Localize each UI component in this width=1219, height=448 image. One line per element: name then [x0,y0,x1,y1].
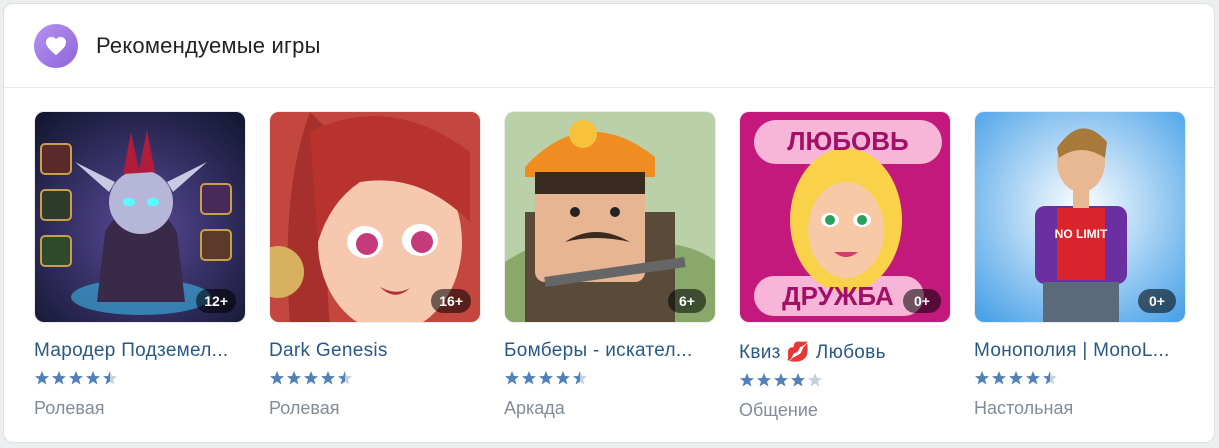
age-badge: 0+ [1138,289,1176,313]
star-icon [86,371,100,385]
star-icon [270,371,284,385]
svg-text:ЛЮБОВЬ: ЛЮБОВЬ [787,126,908,156]
star-icon [757,373,771,387]
game-cover-0[interactable]: 12+ [34,111,246,323]
star-icon [556,371,570,385]
rating-stars [504,370,716,386]
star-icon [338,371,352,385]
age-badge: 0+ [903,289,941,313]
widget-title[interactable]: Рекомендуемые игры [96,33,321,59]
star-icon [1043,371,1057,385]
game-card-1[interactable]: 16+ Dark Genesis Ролевая [269,111,481,431]
star-icon [740,373,754,387]
game-card-3[interactable]: ЛЮБОВЬ ДРУЖБА 0+ Квиз 💋 Любовь Общение [739,111,951,431]
rating-stars [269,370,481,386]
game-genre: Настольная [974,398,1074,418]
star-icon [975,371,989,385]
star-icon [103,371,117,385]
age-badge: 16+ [431,289,471,313]
svg-text:NO LIMIT: NO LIMIT [1055,227,1108,241]
star-icon [52,371,66,385]
star-icon [321,371,335,385]
game-title[interactable]: Dark Genesis [269,340,481,362]
game-card-0[interactable]: 12+ Мародер Подземел... Ролевая [34,111,246,431]
star-icon [573,371,587,385]
age-badge: 12+ [196,289,236,313]
game-card-4[interactable]: NO LIMIT 0+ Монополия | MonoL... Настоль… [974,111,1186,431]
star-icon [304,371,318,385]
star-icon [539,371,553,385]
star-icon [69,371,83,385]
recommended-games-widget: Рекомендуемые игры 12+ Мародер Подземел.… [3,3,1215,443]
star-icon [1009,371,1023,385]
rating-stars [34,370,246,386]
game-genre: Ролевая [34,398,105,418]
heart-icon [34,23,78,68]
star-icon [808,373,822,387]
svg-text:ДРУЖБА: ДРУЖБА [782,281,894,311]
star-icon [522,371,536,385]
star-icon [774,373,788,387]
game-title[interactable]: Мародер Подземел... [34,340,246,362]
game-genre: Аркада [504,398,565,418]
star-icon [1026,371,1040,385]
widget-header: Рекомендуемые игры [4,4,1214,88]
game-title[interactable]: Квиз 💋 Любовь [739,340,951,364]
star-icon [287,371,301,385]
star-icon [791,373,805,387]
games-list: 12+ Мародер Подземел... Ролевая 16+ Dark… [34,111,1194,431]
game-card-2[interactable]: 6+ Бомберы - искател... Аркада [504,111,716,431]
game-genre: Ролевая [269,398,340,418]
rating-stars [974,370,1186,386]
game-genre: Общение [739,400,818,420]
age-badge: 6+ [668,289,706,313]
rating-stars [739,372,951,388]
game-cover-2[interactable]: 6+ [504,111,716,323]
star-icon [35,371,49,385]
game-title[interactable]: Монополия | MonoL... [974,340,1186,362]
game-cover-3[interactable]: ЛЮБОВЬ ДРУЖБА 0+ [739,111,951,323]
star-icon [505,371,519,385]
star-icon [992,371,1006,385]
game-cover-4[interactable]: NO LIMIT 0+ [974,111,1186,323]
game-title[interactable]: Бомберы - искател... [504,340,716,362]
game-cover-1[interactable]: 16+ [269,111,481,323]
